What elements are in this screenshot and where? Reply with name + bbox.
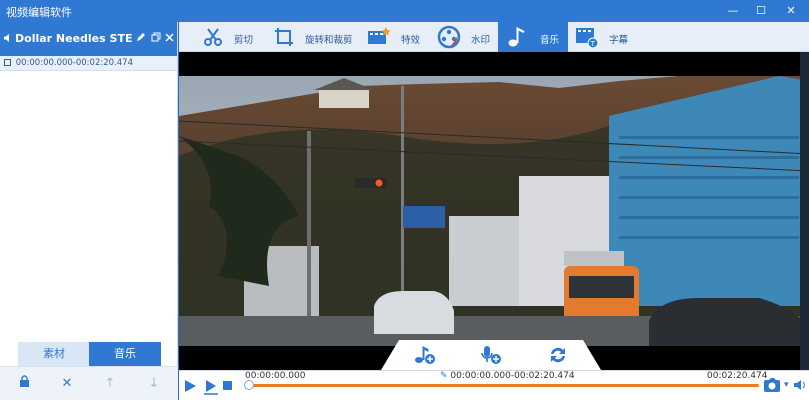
maximize-button[interactable]: ☐ xyxy=(750,2,772,20)
snapshot-icon[interactable] xyxy=(763,377,783,396)
move-up-button[interactable]: ↑ xyxy=(100,374,120,394)
expand-chevron-icon[interactable]: ⌄ xyxy=(481,333,488,342)
play-button[interactable] xyxy=(183,379,197,396)
tool-cut-label: 剪切 xyxy=(234,35,254,46)
tab-music[interactable]: 音乐 xyxy=(89,342,161,366)
left-action-bar: ✕ ↑ ↓ xyxy=(0,366,178,400)
svg-text:T: T xyxy=(590,40,596,48)
effects-icon xyxy=(368,27,391,44)
tab-material[interactable]: 素材 xyxy=(18,342,90,366)
tool-watermark-label: 水印 xyxy=(471,35,491,46)
tool-rotate-crop-label: 旋转和裁剪 xyxy=(305,35,353,46)
title-bar: 视频编辑软件 — ☐ ✕ xyxy=(0,0,809,22)
tool-effects[interactable]: 特效 xyxy=(367,22,427,52)
letterbox-top xyxy=(179,52,809,76)
tool-effects-label: 特效 xyxy=(401,35,421,46)
rotate-crop-icon xyxy=(275,28,293,46)
music-floating-controls: ⌄ xyxy=(381,333,601,370)
playback-bar: 00:00:00.000 ✎ 00:00:00.000-00:02:20.474… xyxy=(179,370,809,400)
tool-music-label: 音乐 xyxy=(540,35,560,46)
tool-subtitle[interactable]: T 字幕 xyxy=(575,22,635,52)
stop-button[interactable] xyxy=(223,381,233,394)
tool-music[interactable]: 音乐 xyxy=(498,22,568,52)
window-title: 视频编辑软件 xyxy=(6,6,72,19)
music-clip-item[interactable]: Dollar Needles STEMS… xyxy=(0,22,177,56)
clip-time-text: 00:00:00.000-00:02:20.474 xyxy=(15,58,133,68)
clip-name: Dollar Needles STEMS… xyxy=(15,32,133,45)
speaker-icon xyxy=(3,33,13,46)
tool-rotate-crop[interactable]: 旋转和裁剪 xyxy=(272,22,362,52)
add-music-icon[interactable] xyxy=(413,344,437,369)
tool-cut[interactable]: 剪切 xyxy=(201,22,261,52)
snapshot-dropdown-icon[interactable]: ▾ xyxy=(784,380,789,390)
clip-range-text: 00:00:00.000-00:02:20.474 xyxy=(450,371,575,381)
left-tabs: 素材 音乐 xyxy=(18,342,161,366)
cut-icon xyxy=(204,28,222,46)
minimize-button[interactable]: — xyxy=(722,2,744,20)
delete-button[interactable]: ✕ xyxy=(57,374,77,394)
move-down-button[interactable]: ↓ xyxy=(144,374,164,394)
timeline-knob[interactable] xyxy=(244,380,254,390)
music-list-panel: Dollar Needles STEMS… 00:00:00.000-00:02… xyxy=(0,22,178,400)
clip-time-range: 00:00:00.000-00:02:20.474 xyxy=(0,56,177,71)
tool-subtitle-label: 字幕 xyxy=(609,35,629,46)
add-recording-icon[interactable] xyxy=(479,344,503,369)
timeline-progress[interactable] xyxy=(249,384,759,387)
edit-icon[interactable] xyxy=(136,32,146,45)
edit-toolbar: 剪切 旋转和裁剪 特效 水印 音乐 T 字幕 xyxy=(179,22,809,52)
subtitle-icon: T xyxy=(576,28,599,49)
play-segment-button[interactable] xyxy=(203,379,219,398)
tool-watermark[interactable]: 水印 xyxy=(437,22,497,52)
video-preview[interactable]: ⌄ xyxy=(179,52,809,370)
checkbox-icon[interactable] xyxy=(4,59,11,66)
video-frame-image xyxy=(179,76,809,346)
remove-clip-icon[interactable] xyxy=(165,32,174,45)
copy-icon[interactable] xyxy=(151,32,161,45)
end-time: 00:02:20.474 xyxy=(707,371,768,381)
close-button[interactable]: ✕ xyxy=(780,2,802,20)
edit-range-icon[interactable]: ✎ xyxy=(440,371,448,381)
replace-music-icon[interactable] xyxy=(547,344,569,369)
lock-icon[interactable] xyxy=(14,374,34,394)
vertical-scrollbar[interactable] xyxy=(800,52,809,370)
music-icon xyxy=(508,27,525,47)
clip-range-readout: ✎ 00:00:00.000-00:02:20.474 xyxy=(440,371,575,381)
current-time: 00:00:00.000 xyxy=(245,371,306,381)
watermark-icon xyxy=(437,25,461,49)
volume-icon[interactable] xyxy=(793,378,807,395)
